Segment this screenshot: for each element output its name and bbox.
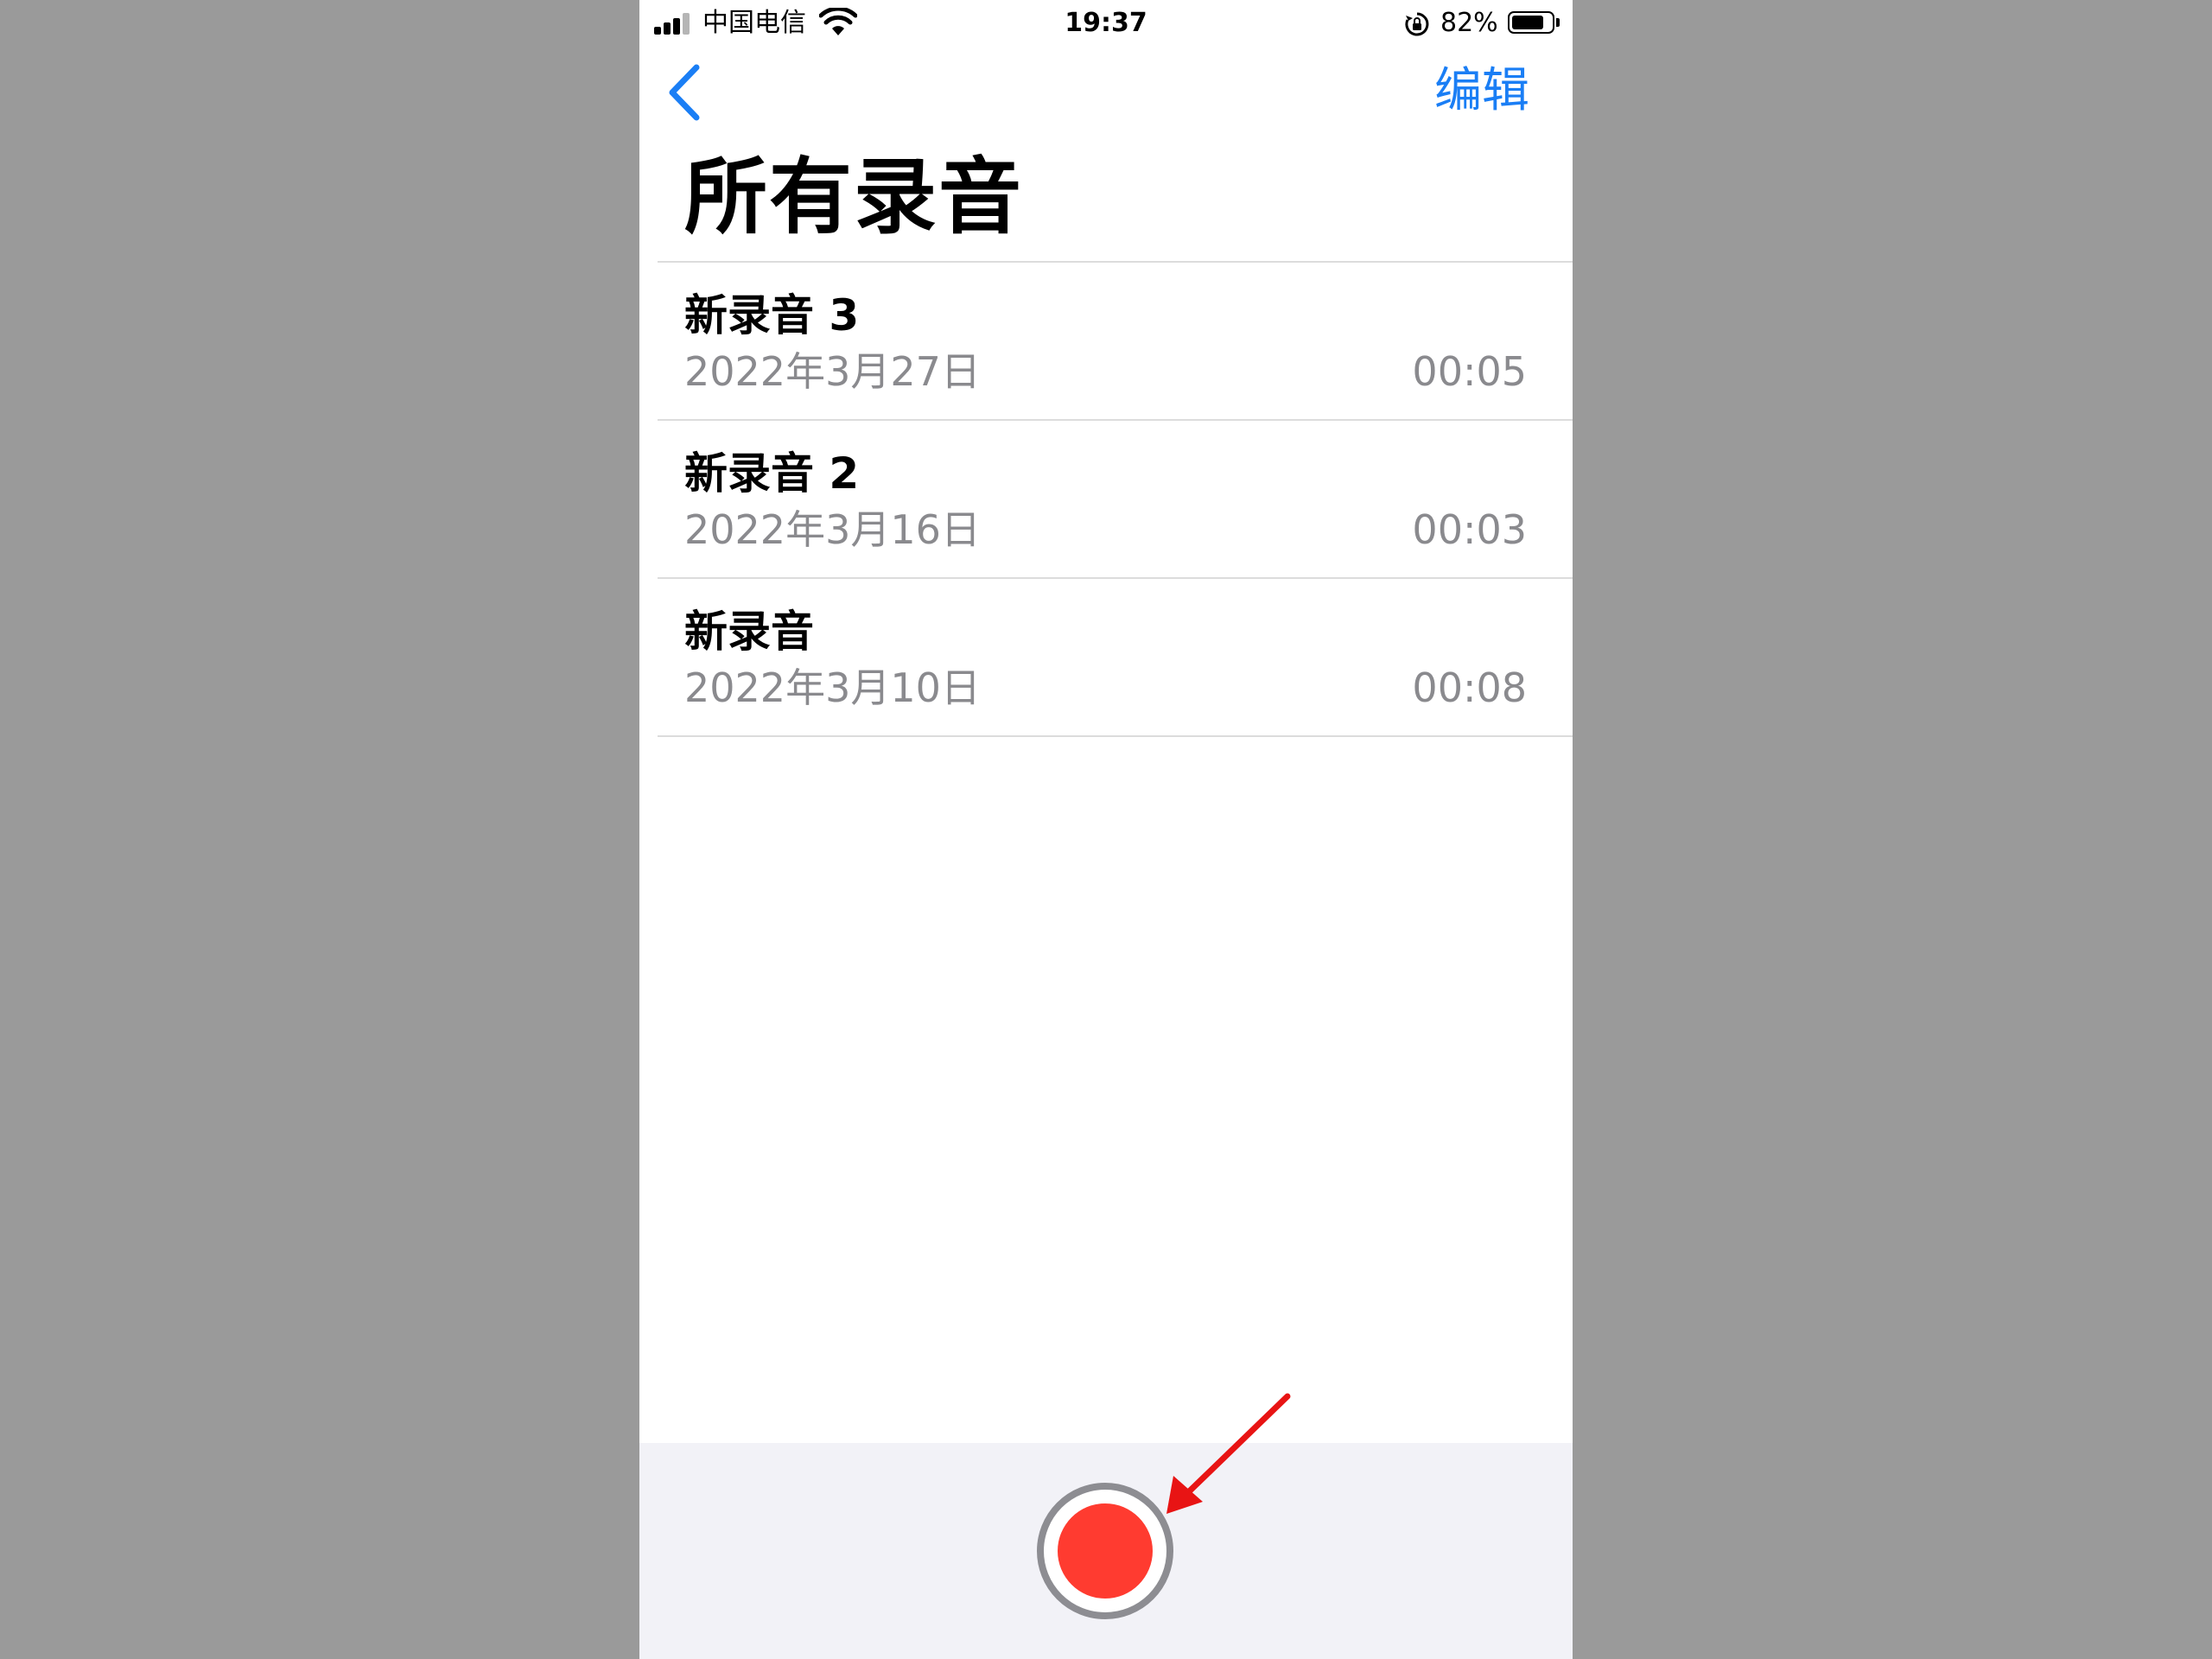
recording-duration: 00:03 [1412,506,1527,553]
recording-name: 新录音 3 [684,290,860,340]
recording-duration: 00:08 [1412,664,1527,711]
recordings-list: 新录音 3 2022年3月27日 00:05 新录音 2 2022年3月16日 … [658,261,1573,737]
edit-button[interactable]: 编辑 [1434,59,1529,121]
recording-row[interactable]: 新录音 3 2022年3月27日 00:05 [658,261,1573,419]
phone-screen: 中国电信 19:37 82% 编辑 所有录音 新录音 3 2022年3月27日 … [639,0,1573,1659]
recording-row[interactable]: 新录音 2022年3月10日 00:08 [658,577,1573,737]
battery-percentage: 82% [1440,8,1498,38]
status-time: 19:37 [1065,8,1147,38]
page-title: 所有录音 [684,149,1023,245]
recording-row[interactable]: 新录音 2 2022年3月16日 00:03 [658,419,1573,577]
chevron-left-icon[interactable] [665,62,703,123]
orientation-lock-icon [1405,12,1429,36]
status-bar: 中国电信 19:37 82% [639,0,1573,47]
recording-date: 2022年3月27日 [684,348,981,395]
annotation-arrow-icon [1166,1393,1291,1514]
battery-icon [1508,11,1554,34]
recording-date: 2022年3月16日 [684,506,981,553]
recording-duration: 00:05 [1412,348,1527,395]
recording-name: 新录音 [684,607,814,657]
battery-tip [1556,18,1560,27]
recording-name: 新录音 2 [684,448,860,499]
recording-date: 2022年3月10日 [684,664,981,711]
